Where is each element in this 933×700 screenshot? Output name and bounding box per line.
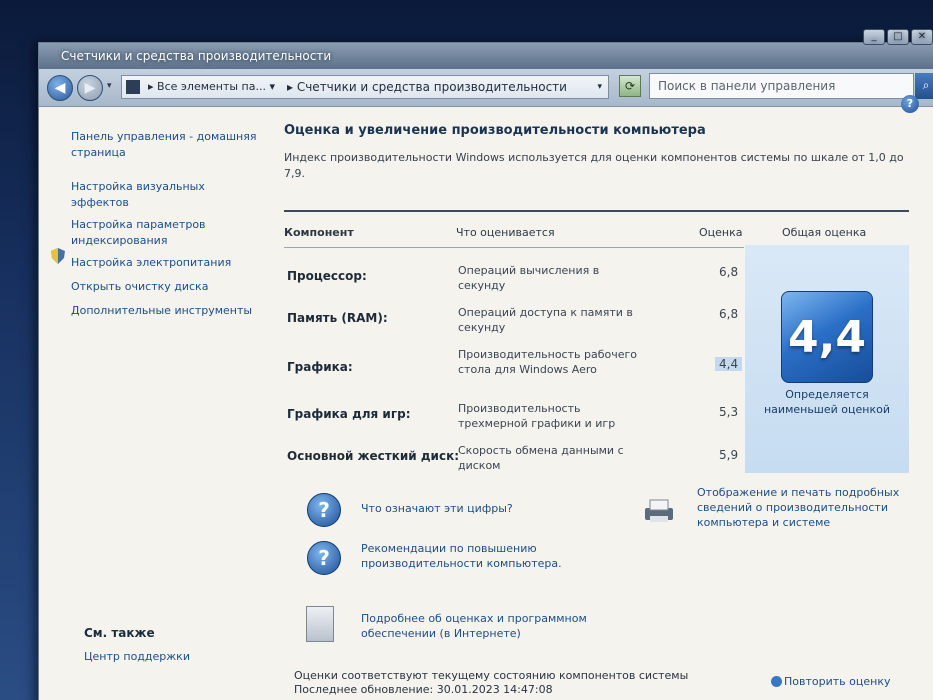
page-title: Оценка и увеличение производительности к… bbox=[284, 123, 706, 138]
title-bar: Счетчики и средства производительности _… bbox=[39, 29, 933, 69]
total-score-badge: 4,4 bbox=[781, 291, 873, 383]
sidebar-item-disk-cleanup[interactable]: Открыть очистку диска bbox=[71, 279, 261, 295]
component-description: Операций доступа к памяти в секунду bbox=[458, 306, 633, 334]
search-input[interactable]: Поиск в панели управления bbox=[649, 73, 914, 99]
breadcrumb-parent[interactable]: ▸ Все элементы па... ▾ bbox=[148, 76, 275, 98]
sidebar: Панель управления - домашняя страница На… bbox=[39, 107, 267, 700]
recommendations-link[interactable]: Рекомендации по повышению производительн… bbox=[361, 541, 601, 571]
component-description: Операций вычисления в секунду bbox=[458, 264, 600, 292]
column-header-component: Компонент bbox=[284, 226, 354, 239]
see-also-heading: См. также bbox=[84, 626, 155, 640]
address-bar: ◀ ▶ ▾ ▸ Все элементы па... ▾ ▸ Счетчики … bbox=[39, 69, 933, 107]
sidebar-item-indexing[interactable]: Настройка параметров индексирования bbox=[71, 217, 261, 249]
back-arrow-icon[interactable]: ◀ bbox=[47, 75, 73, 101]
window-title: Счетчики и средства производительности bbox=[61, 49, 332, 63]
what-numbers-mean-link[interactable]: Что означают эти цифры? bbox=[361, 501, 513, 516]
component-description: Производительность рабочего стола для Wi… bbox=[458, 348, 638, 376]
component-score: 5,3 bbox=[719, 405, 739, 419]
total-score-caption: Определяется наименьшей оценкой bbox=[763, 388, 890, 416]
column-header-what: Что оценивается bbox=[456, 226, 555, 239]
recent-pages-dropdown[interactable]: ▾ bbox=[107, 81, 112, 91]
support-center-link[interactable]: Центр поддержки bbox=[84, 650, 190, 663]
column-header-score: Оценка bbox=[699, 226, 743, 239]
component-name: Графика: bbox=[287, 360, 353, 374]
header-divider bbox=[284, 247, 744, 248]
close-button[interactable]: ✕ bbox=[911, 29, 933, 45]
shield-icon bbox=[51, 248, 65, 264]
breadcrumb[interactable]: ▸ Все элементы па... ▾ ▸ Счетчики и сред… bbox=[121, 75, 609, 99]
chevron-down-icon[interactable]: ▾ bbox=[597, 76, 602, 98]
component-score: 5,9 bbox=[719, 448, 739, 462]
maximize-button[interactable]: □ bbox=[887, 29, 909, 45]
print-details-link[interactable]: Отображение и печать подробных сведений … bbox=[697, 485, 912, 530]
component-score: 4,4 bbox=[715, 357, 743, 371]
component-name: Процессор: bbox=[287, 269, 367, 283]
control-panel-icon bbox=[126, 80, 140, 94]
repeat-assessment-link[interactable]: Повторить оценку bbox=[784, 675, 890, 688]
refresh-button[interactable]: ⟳ bbox=[619, 75, 641, 97]
sidebar-item-visual-effects[interactable]: Настройка визуальных эффектов bbox=[71, 179, 261, 211]
document-icon bbox=[306, 606, 334, 642]
forward-arrow-icon[interactable]: ▶ bbox=[77, 75, 103, 101]
question-icon: ? bbox=[307, 493, 341, 527]
search-icon[interactable]: ⌕ bbox=[915, 73, 933, 99]
component-name: Память (RAM): bbox=[287, 311, 388, 325]
total-score-panel: 4,4 Определяется наименьшей оценкой bbox=[745, 245, 909, 473]
component-score: 6,8 bbox=[719, 307, 739, 321]
component-name: Основной жесткий диск: bbox=[287, 449, 460, 463]
minimize-button[interactable]: _ bbox=[863, 29, 885, 45]
window-controls: _ □ ✕ bbox=[863, 29, 933, 45]
component-description: Производительность трехмерной графики и … bbox=[458, 402, 616, 430]
question-icon: ? bbox=[307, 541, 341, 575]
refresh-score-icon bbox=[771, 676, 782, 687]
breadcrumb-current[interactable]: ▸ Счетчики и средства производительности bbox=[287, 76, 567, 98]
component-score: 6,8 bbox=[719, 265, 739, 279]
divider bbox=[284, 210, 909, 212]
page-description: Индекс производительности Windows исполь… bbox=[284, 151, 904, 180]
printer-icon bbox=[645, 499, 673, 522]
sidebar-item-home[interactable]: Панель управления - домашняя страница bbox=[71, 129, 261, 161]
column-header-total: Общая оценка bbox=[782, 226, 867, 239]
sidebar-item-power[interactable]: Настройка электропитания bbox=[71, 255, 261, 271]
performance-window: Счетчики и средства производительности _… bbox=[38, 29, 933, 700]
component-description: Скорость обмена данными с диском bbox=[458, 444, 624, 472]
online-info-link[interactable]: Подробнее об оценках и программном обесп… bbox=[361, 611, 601, 641]
sidebar-item-advanced-tools[interactable]: Дополнительные инструменты bbox=[71, 303, 261, 319]
status-line-state: Оценки соответствуют текущему состоянию … bbox=[294, 669, 689, 682]
status-text: Оценки соответствуют текущему состоянию … bbox=[294, 669, 688, 697]
component-name: Графика для игр: bbox=[287, 407, 411, 421]
help-icon[interactable]: ? bbox=[901, 95, 919, 113]
status-line-updated: Последнее обновление: 30.01.2023 14:47:0… bbox=[294, 683, 553, 696]
